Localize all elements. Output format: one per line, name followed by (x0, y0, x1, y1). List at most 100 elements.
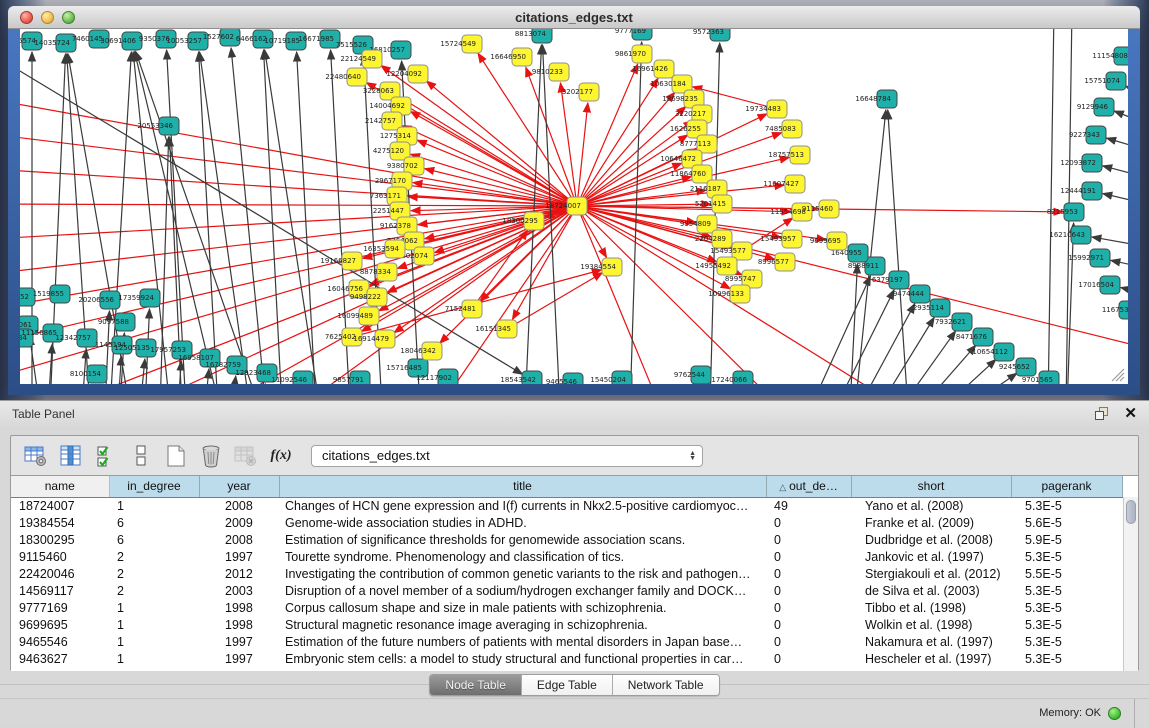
graph-edge[interactable] (1126, 86, 1128, 104)
graph-edge[interactable] (20, 206, 577, 239)
table-cell[interactable]: 9777169 (11, 599, 109, 616)
graph-edge[interactable] (1092, 237, 1128, 249)
table-cell[interactable]: 9115460 (11, 548, 109, 565)
table-selector-dropdown[interactable]: citations_edges.txt ▲▼ (311, 445, 703, 467)
graph-edge[interactable] (167, 50, 186, 384)
select-all-icon[interactable] (93, 444, 119, 468)
table-row[interactable]: 946362711997Embryonic stem cells: a mode… (11, 650, 1122, 667)
table-cell[interactable]: 1997 (199, 548, 279, 565)
table-cell[interactable]: 2 (109, 565, 199, 582)
table-cell[interactable]: 1998 (199, 616, 279, 633)
graph-edge[interactable] (20, 204, 577, 206)
table-cell[interactable]: 18724007 (11, 497, 109, 514)
table-column-settings-icon[interactable] (23, 444, 49, 468)
table-cell[interactable]: 1 (109, 599, 199, 616)
network-graph[interactable]: 2405574140357247460145306914069350376100… (20, 29, 1128, 384)
function-builder-icon[interactable]: f(x) (268, 444, 294, 468)
network-canvas[interactable]: 2405574140357247460145306914069350376100… (20, 29, 1128, 384)
table-cell[interactable]: 5.3E-5 (1011, 548, 1122, 565)
graph-edge[interactable] (835, 290, 894, 384)
column-header[interactable]: year (199, 476, 279, 497)
table-cell[interactable]: 6 (109, 531, 199, 548)
table-cell[interactable]: 19384554 (11, 514, 109, 531)
graph-edge[interactable] (577, 185, 784, 206)
table-cell[interactable]: 49 (766, 497, 851, 514)
table-cell[interactable]: Embryonic stem cells: a model to study s… (279, 650, 766, 667)
table-cell[interactable]: 5.3E-5 (1011, 633, 1122, 650)
column-header[interactable]: pagerank (1011, 476, 1122, 497)
graph-edge[interactable] (82, 349, 86, 384)
unselect-all-icon[interactable] (128, 444, 154, 468)
graph-edge[interactable] (20, 169, 577, 206)
table-cell[interactable]: Wolkin et al. (1998) (851, 616, 1011, 633)
table-row[interactable]: 1456911722003Disruption of a novel membe… (11, 582, 1122, 599)
table-cell[interactable]: 5.3E-5 (1011, 582, 1122, 599)
new-file-icon[interactable] (163, 444, 189, 468)
table-cell[interactable]: 2 (109, 582, 199, 599)
select-column-icon[interactable] (58, 444, 84, 468)
table-cell[interactable]: 2008 (199, 531, 279, 548)
column-header[interactable]: in_degree (109, 476, 199, 497)
graph-edge[interactable] (577, 206, 1128, 349)
table-cell[interactable]: 1998 (199, 599, 279, 616)
graph-edge[interactable] (20, 59, 523, 374)
graph-edge[interactable] (411, 111, 577, 206)
table-cell[interactable]: 0 (766, 599, 851, 616)
table-cell[interactable]: Estimation of the future numbers of pati… (279, 633, 766, 650)
table-row[interactable]: 977716911998Corpus callosum shape and si… (11, 599, 1122, 616)
table-cell[interactable]: 0 (766, 565, 851, 582)
graph-edge[interactable] (1111, 260, 1128, 271)
table-cell[interactable]: 9699695 (11, 616, 109, 633)
graph-edge[interactable] (942, 359, 996, 384)
table-cell[interactable]: 9463627 (11, 650, 109, 667)
table-cell[interactable]: 9465546 (11, 633, 109, 650)
table-cell[interactable]: 2003 (199, 582, 279, 599)
graph-edge[interactable] (1107, 138, 1128, 154)
table-cell[interactable]: Disruption of a novel member of a sodium… (279, 582, 766, 599)
table-cell[interactable]: 1997 (199, 633, 279, 650)
graph-edge[interactable] (1103, 194, 1128, 207)
table-cell[interactable]: 0 (766, 650, 851, 667)
tab-network-table[interactable]: Network Table (613, 675, 719, 695)
table-cell[interactable]: Changes of HCN gene expression and I(f) … (279, 497, 766, 514)
graph-edge[interactable] (577, 206, 660, 384)
graph-edge[interactable] (136, 51, 260, 384)
table-cell[interactable]: 0 (766, 633, 851, 650)
table-row[interactable]: 969969511998Structural magnetic resonanc… (11, 616, 1122, 633)
table-cell[interactable]: 5.3E-5 (1011, 599, 1122, 616)
table-cell[interactable]: Estimation of significance thresholds fo… (279, 531, 766, 548)
graph-edge[interactable] (232, 376, 236, 384)
table-cell[interactable]: Tibbo et al. (1998) (851, 599, 1011, 616)
table-cell[interactable]: 1 (109, 497, 199, 514)
table-cell[interactable]: de Silva et al. (2003) (851, 582, 1011, 599)
table-cell[interactable]: 2 (109, 548, 199, 565)
graph-edge[interactable] (560, 83, 577, 206)
table-cell[interactable]: 1 (109, 650, 199, 667)
table-cell[interactable]: Jankovic et al. (1997) (851, 548, 1011, 565)
table-cell[interactable]: 22420046 (11, 565, 109, 582)
graph-edge[interactable] (20, 134, 577, 206)
table-cell[interactable]: 1 (109, 633, 199, 650)
graph-edge[interactable] (1121, 288, 1128, 297)
delete-icon[interactable] (198, 444, 224, 468)
float-window-icon[interactable] (1095, 407, 1110, 421)
table-cell[interactable]: Dudbridge et al. (2008) (851, 531, 1011, 548)
table-cell[interactable]: Investigating the contribution of common… (279, 565, 766, 582)
window-titlebar[interactable]: citations_edges.txt (8, 6, 1140, 29)
table-cell[interactable]: 0 (766, 531, 851, 548)
table-cell[interactable]: 2009 (199, 514, 279, 531)
table-cell[interactable]: 14569117 (11, 582, 109, 599)
table-cell[interactable]: 6 (109, 514, 199, 531)
table-cell[interactable]: Structural magnetic resonance image aver… (279, 616, 766, 633)
graph-edge[interactable] (810, 276, 870, 384)
graph-edge[interactable] (1103, 166, 1128, 181)
table-cell[interactable]: Franke et al. (2009) (851, 514, 1011, 531)
table-row[interactable]: 1830029562008Estimation of significance … (11, 531, 1122, 548)
scrollbar-thumb[interactable] (1126, 500, 1136, 524)
table-cell[interactable]: Stergiakouli et al. (2012) (851, 565, 1011, 582)
graph-edge[interactable] (1048, 29, 1054, 384)
graph-edge[interactable] (965, 373, 1017, 384)
graph-edge[interactable] (140, 359, 145, 384)
graph-edge[interactable] (900, 331, 956, 384)
graph-edge[interactable] (920, 345, 976, 384)
